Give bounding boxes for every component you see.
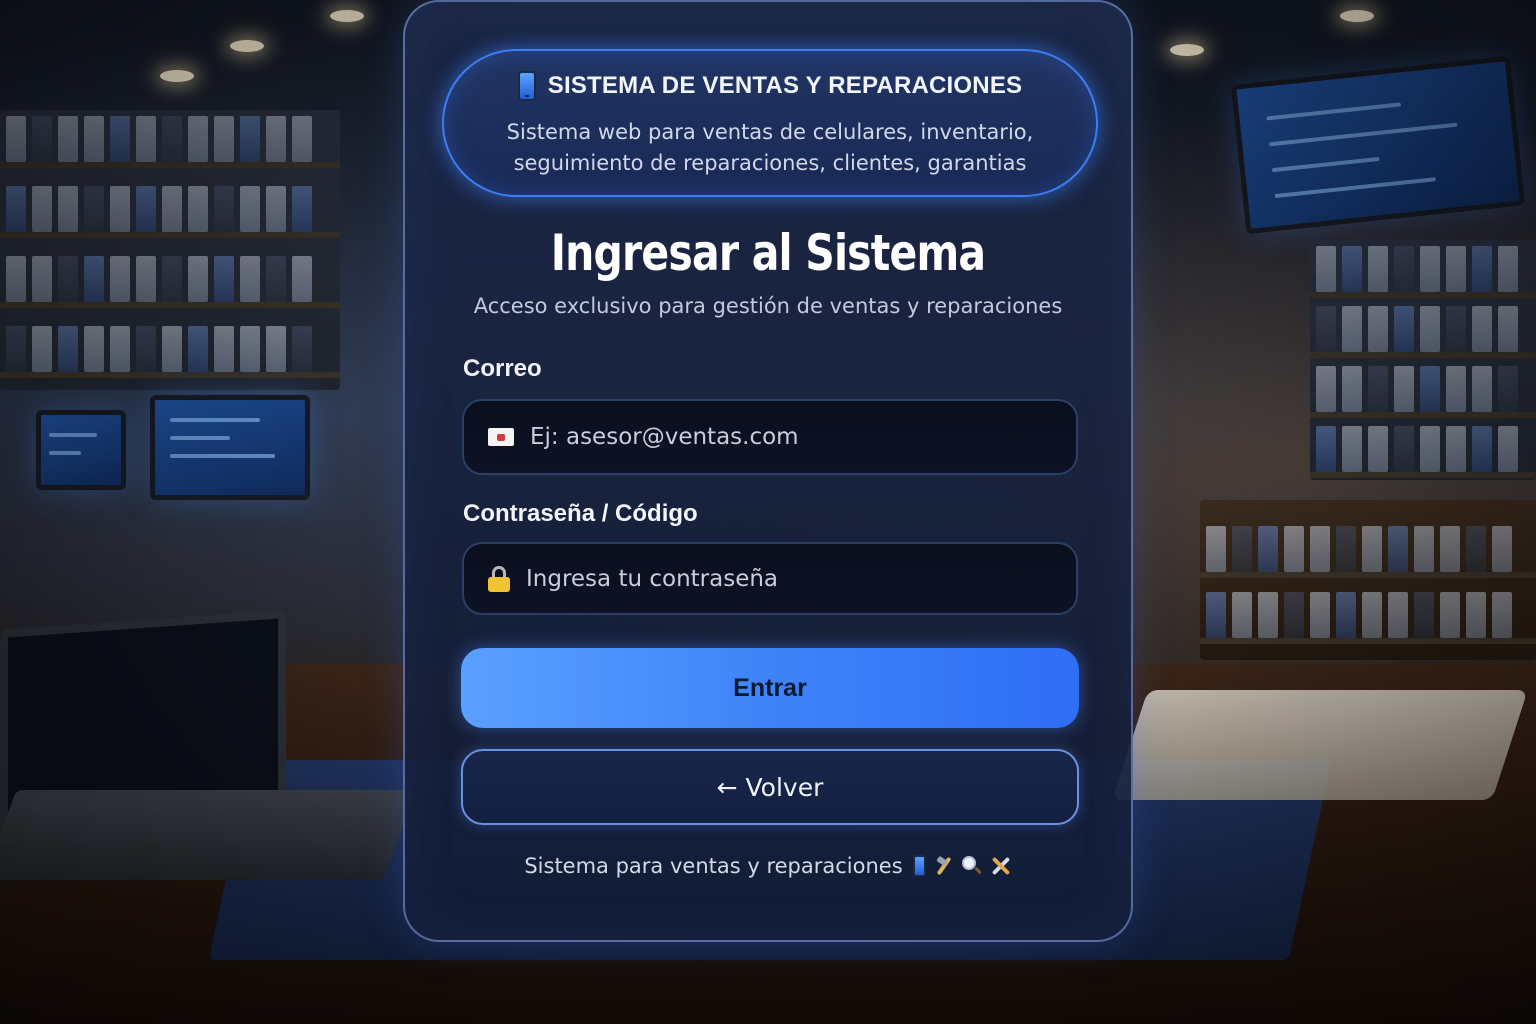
banner-title: SISTEMA DE VENTAS Y REPARACIONES — [547, 72, 1023, 99]
login-card: SISTEMA DE VENTAS Y REPARACIONES Sistema… — [403, 0, 1133, 942]
footer-icons — [912, 855, 1012, 877]
system-banner: SISTEMA DE VENTAS Y REPARACIONES Sistema… — [442, 49, 1098, 197]
wrench-hammer-icon — [990, 855, 1012, 877]
envelope-icon — [488, 428, 514, 446]
password-label: Contraseña / Código — [463, 500, 698, 527]
magnifier-icon — [961, 856, 982, 876]
password-input[interactable] — [524, 564, 1076, 593]
mobile-phone-icon — [912, 855, 926, 877]
footer-text: Sistema para ventas y reparaciones — [524, 854, 903, 878]
password-field[interactable] — [462, 542, 1078, 615]
mobile-phone-icon — [517, 71, 536, 101]
page-title: Ingresar al Sistema — [550, 224, 986, 282]
banner-title-row: SISTEMA DE VENTAS Y REPARACIONES — [444, 71, 1096, 101]
email-field[interactable] — [462, 399, 1078, 475]
page-subtitle: Acceso exclusivo para gestión de ventas … — [473, 294, 1063, 318]
banner-description: Sistema web para ventas de celulares, in… — [506, 120, 1034, 175]
screwdriver-icon — [934, 856, 954, 876]
email-input[interactable] — [528, 423, 1076, 451]
lock-icon — [488, 565, 510, 592]
back-button[interactable]: ← Volver — [461, 749, 1079, 825]
email-label: Correo — [463, 355, 542, 382]
submit-button[interactable]: Entrar — [461, 648, 1079, 728]
footer: Sistema para ventas y reparaciones — [405, 854, 1131, 878]
